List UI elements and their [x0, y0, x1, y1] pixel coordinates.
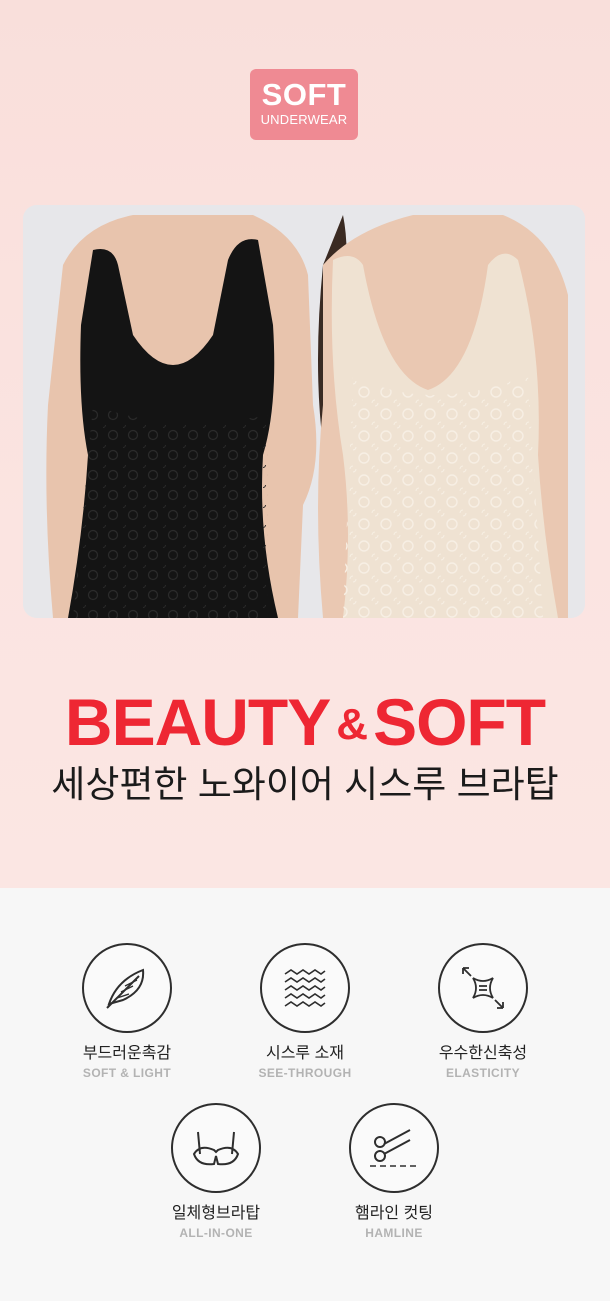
feature-label-en: ALL-IN-ONE: [179, 1226, 253, 1240]
headline: BEAUTY &SOFT: [0, 684, 610, 763]
badge-title: SOFT: [261, 77, 347, 112]
scissors-icon: [370, 1129, 416, 1167]
feature-label-en: HAMLINE: [365, 1226, 423, 1240]
feature-label-ko: 부드러운촉감: [82, 1045, 172, 1062]
feature-hamline: 햄라인 컷팅 HAMLINE: [319, 1103, 469, 1240]
soft-underwear-badge: SOFT UNDERWEAR: [250, 69, 358, 140]
feature-label-ko: 시스루 소재: [265, 1045, 345, 1062]
feature-label-en: SEE-THROUGH: [258, 1066, 352, 1080]
headline-ampersand: &: [336, 700, 368, 749]
stretch-arrows-icon: [462, 967, 504, 1009]
badge-subtitle: UNDERWEAR: [260, 112, 348, 127]
product-illustration: [23, 205, 585, 618]
subheadline: 세상편한 노와이어 시스루 브라탑: [51, 764, 559, 805]
feature-elasticity: 우수한신축성 ELASTICITY: [408, 943, 558, 1080]
feature-icon-circle: [171, 1103, 261, 1193]
headline-part1: BEAUTY: [64, 685, 331, 759]
feature-all-in-one: 일체형브라탑 ALL-IN-ONE: [141, 1103, 291, 1240]
mesh-texture-icon: [284, 969, 326, 1007]
feature-icon-circle: [260, 943, 350, 1033]
headline-part2: SOFT: [373, 685, 546, 759]
feature-label-en: SOFT & LIGHT: [82, 1066, 172, 1080]
feature-label-en: ELASTICITY: [445, 1066, 520, 1080]
feature-label-ko: 햄라인 컷팅: [354, 1205, 434, 1222]
feature-label-ko: 일체형브라탑: [171, 1205, 261, 1222]
feature-icon-circle: [82, 943, 172, 1033]
feature-icon-circle: [349, 1103, 439, 1193]
feature-see-through: 시스루 소재 SEE-THROUGH: [230, 943, 380, 1080]
feature-icon-circle: [438, 943, 528, 1033]
feature-soft-light: 부드러운촉감 SOFT & LIGHT: [52, 943, 202, 1080]
bra-icon: [192, 1131, 240, 1166]
product-photo: [23, 205, 585, 618]
feather-icon: [106, 968, 145, 1009]
feature-label-ko: 우수한신축성: [438, 1045, 528, 1062]
